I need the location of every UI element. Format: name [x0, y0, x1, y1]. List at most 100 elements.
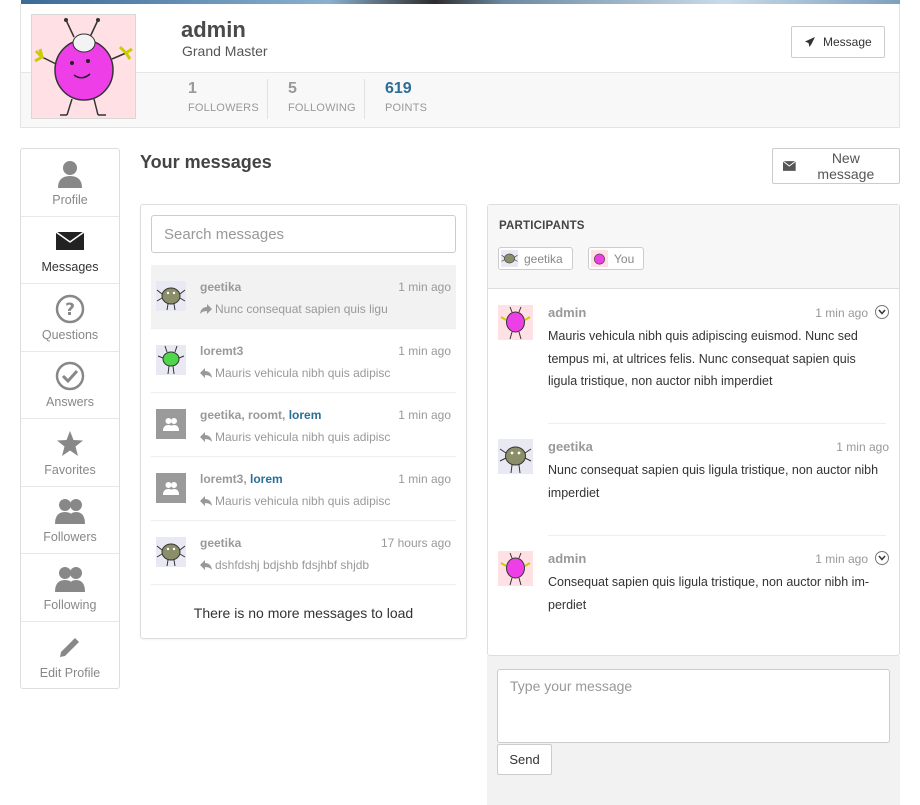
nav-label: Favorites — [44, 462, 96, 477]
avatar[interactable] — [498, 439, 533, 474]
conversation-snippet: Mauris vehicula nibh quis adipisc — [200, 366, 396, 380]
avatar — [591, 250, 608, 267]
stat-following[interactable]: 5 FOLLOWING — [288, 80, 356, 120]
send-message-label: Message — [823, 35, 872, 49]
new-message-button[interactable]: New message — [772, 148, 900, 184]
pencil-icon — [54, 631, 86, 663]
nav-followers[interactable]: Followers — [21, 487, 119, 554]
participant-name: loremt3, — [200, 472, 251, 486]
participant-chip[interactable]: geetika — [498, 247, 573, 270]
stat-followers-value: 1 — [188, 80, 197, 97]
nav-label: Questions — [41, 327, 99, 342]
conversation-snippet-text: Mauris vehicula nibh quis adipisc — [215, 494, 391, 508]
message-time: 1 min ago — [815, 552, 868, 566]
nav-answers[interactable]: Answers — [21, 352, 119, 419]
forward-icon — [200, 304, 212, 314]
conversation-snippet: Mauris vehicula nibh quis adipisc — [200, 494, 396, 508]
nav-label: Answers — [46, 395, 94, 410]
conversation-snippet-text: Mauris vehicula nibh quis adipisc — [215, 366, 391, 380]
avatar — [156, 345, 186, 375]
message-divider — [548, 535, 886, 536]
nav-profile[interactable]: Profile — [21, 149, 119, 217]
conversation-time: 1 min ago — [398, 408, 451, 422]
conversation-time: 1 min ago — [398, 472, 451, 486]
message-divider — [548, 423, 886, 424]
participant-name: lorem — [288, 408, 322, 422]
conversation-item[interactable]: geetika, roomt, lorem 1 min ago Mauris v… — [151, 393, 456, 457]
reply-icon — [200, 368, 212, 378]
conversation-time: 1 min ago — [398, 344, 451, 358]
users-icon — [163, 418, 179, 431]
paper-plane-icon — [805, 37, 815, 47]
reply-area: Send — [487, 656, 900, 805]
participant-name: You — [614, 251, 635, 266]
stat-points-label: POINTS — [385, 102, 428, 114]
message-time: 1 min ago — [815, 306, 868, 320]
chevron-down-icon[interactable] — [875, 551, 889, 565]
nav-label: Profile — [52, 192, 88, 207]
participant-name: geetika — [524, 251, 563, 266]
conversation-snippet-text: Nunc consequat sapien quis ligu — [215, 302, 388, 316]
nav-edit-profile[interactable]: Edit Profile — [21, 622, 119, 690]
participant-name: geetika, — [200, 408, 249, 422]
avatar — [501, 250, 518, 267]
participants-bar: PARTICIPANTS geetika You — [488, 205, 899, 289]
nav-favorites[interactable]: Favorites — [21, 419, 119, 487]
avatar — [156, 537, 186, 567]
question-circle-icon: ? — [54, 293, 86, 325]
conversation-list: geetika 1 min ago Nunc consequat sapien … — [151, 265, 456, 585]
send-message-button[interactable]: Message — [791, 26, 885, 58]
participant-chip[interactable]: You — [588, 247, 645, 270]
conversation-item[interactable]: loremt3, lorem 1 min ago Mauris vehicula… — [151, 457, 456, 521]
conversation-time: 1 min ago — [398, 280, 451, 294]
conversation-snippet: Nunc consequat sapien quis ligu — [200, 302, 396, 316]
no-more-messages-notice: There is no more messages to load — [193, 605, 414, 621]
nav-messages[interactable]: Messages — [21, 217, 119, 284]
stat-followers[interactable]: 1 FOLLOWERS — [188, 80, 259, 120]
nav-following[interactable]: Following — [21, 554, 119, 622]
message-author: geetika — [548, 439, 593, 454]
profile-avatar[interactable] — [31, 14, 136, 119]
send-button[interactable]: Send — [497, 744, 552, 775]
nav-label: Messages — [41, 260, 99, 275]
new-message-label: New message — [817, 150, 875, 182]
nav-questions[interactable]: ? Questions — [21, 284, 119, 352]
stat-points[interactable]: 619 POINTS — [385, 80, 427, 120]
participant-name: lorem — [250, 472, 283, 486]
conversation-name: loremt3 — [200, 344, 244, 358]
star-icon — [54, 428, 86, 460]
conversation-time: 17 hours ago — [380, 536, 451, 550]
message-body: Nunc consequat sapien quis ligula tristi… — [548, 463, 879, 500]
stat-points-value: 619 — [385, 80, 412, 97]
message-author: admin — [548, 305, 587, 320]
avatar[interactable] — [498, 551, 533, 586]
nav-label: Following — [43, 597, 97, 612]
conversation-item[interactable]: loremt3 1 min ago Mauris vehicula nibh q… — [151, 329, 456, 393]
reply-icon — [200, 496, 212, 506]
page-title: Your messages — [140, 152, 272, 172]
conversation-snippet-text: Mauris vehicula nibh quis adipisc — [215, 430, 391, 444]
search-messages-input[interactable] — [151, 215, 456, 253]
profile-header: admin Grand Master 1 FOLLOWERS 5 FOLLOWI… — [20, 4, 900, 128]
stat-following-value: 5 — [288, 80, 297, 97]
users-icon — [54, 563, 86, 595]
stat-followers-label: FOLLOWERS — [188, 102, 259, 114]
message-body: Consequat sapien quis ligula tristique, … — [548, 575, 870, 612]
stat-divider — [364, 79, 365, 119]
users-icon — [54, 495, 86, 527]
conversation-snippet: dshfdshj bdjshb fdsjhbf shjdb — [200, 558, 396, 572]
avatar — [156, 281, 186, 311]
conversation-name: geetika, roomt, lorem — [200, 408, 321, 422]
user-icon — [54, 158, 86, 190]
reply-icon — [200, 432, 212, 442]
conversation-item[interactable]: geetika 17 hours ago dshfdshj bdjshb fds… — [151, 521, 456, 585]
group-avatar — [156, 473, 186, 503]
check-circle-icon — [54, 360, 86, 392]
conversation-item[interactable]: geetika 1 min ago Nunc consequat sapien … — [151, 265, 456, 329]
group-avatar — [156, 409, 186, 439]
envelope-icon — [783, 161, 796, 171]
profile-sidebar-nav: Profile Messages ? Questions Answers Fav… — [20, 148, 120, 689]
chevron-down-icon[interactable] — [875, 305, 889, 319]
reply-message-input[interactable] — [497, 669, 890, 743]
avatar[interactable] — [498, 305, 533, 340]
